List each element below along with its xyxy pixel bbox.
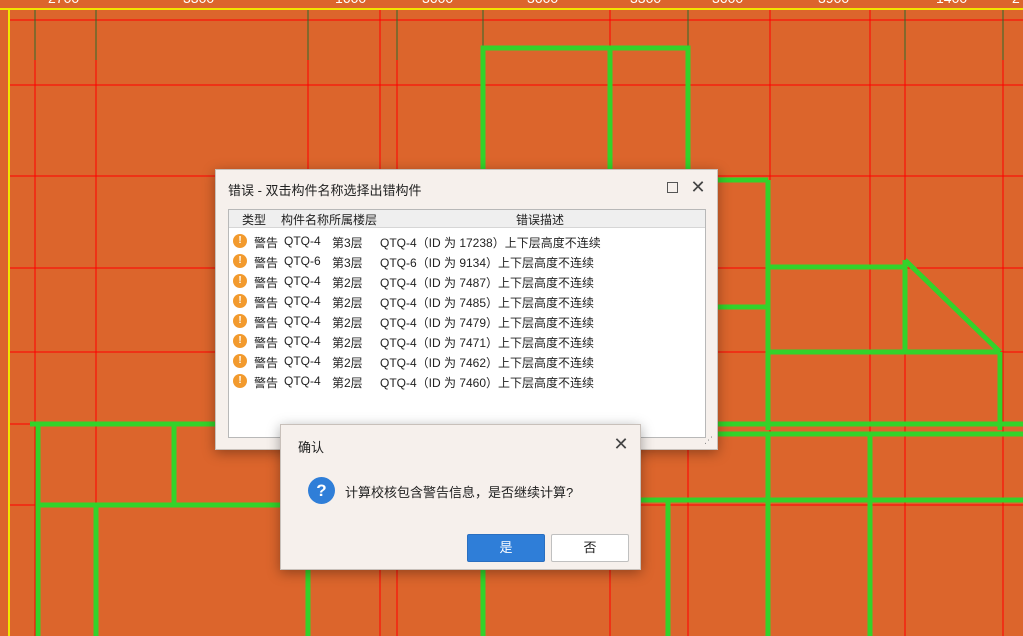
ruler-label: 2700 — [48, 0, 79, 6]
resize-grip-icon[interactable]: ⋰ — [704, 435, 713, 446]
row-desc: QTQ-4（ID 为 7462）上下层高度不连续 — [380, 356, 595, 370]
row-desc: QTQ-4（ID 为 7485）上下层高度不连续 — [380, 296, 595, 310]
ruler-label: 3600 — [422, 0, 453, 6]
row-desc: QTQ-4（ID 为 7460）上下层高度不连续 — [380, 376, 595, 390]
error-row[interactable]: ! 警告 QTQ-4 第2层 QTQ-4（ID 为 7485）上下层高度不连续 — [229, 291, 705, 311]
warning-icon: ! — [233, 254, 247, 268]
ruler-label: 3900 — [818, 0, 849, 6]
warning-icon: ! — [233, 334, 247, 348]
maximize-icon — [666, 182, 678, 193]
column-header-desc[interactable]: 错误描述 — [516, 211, 564, 228]
error-row[interactable]: ! 警告 QTQ-4 第2层 QTQ-4（ID 为 7462）上下层高度不连续 — [229, 351, 705, 371]
ruler-label: 1400 — [936, 0, 967, 6]
row-floor: 第2层 — [332, 336, 363, 350]
row-floor: 第2层 — [332, 376, 363, 390]
row-type: 警告 — [254, 256, 279, 270]
error-window-title: 错误 - 双击构件名称选择出错构件 — [228, 183, 422, 198]
confirm-message: 计算校核包含警告信息，是否继续计算? — [345, 485, 574, 500]
row-type: 警告 — [254, 316, 279, 330]
warning-icon: ! — [233, 374, 247, 388]
error-row[interactable]: ! 警告 QTQ-4 第3层 QTQ-4（ID 为 17238）上下层高度不连续 — [229, 231, 705, 251]
row-desc: QTQ-4（ID 为 7487）上下层高度不连续 — [380, 276, 595, 290]
confirm-close-button[interactable]: ✕ — [611, 434, 631, 454]
row-desc: QTQ-6（ID 为 9134）上下层高度不连续 — [380, 256, 595, 270]
error-row[interactable]: ! 警告 QTQ-4 第2层 QTQ-4（ID 为 7479）上下层高度不连续 — [229, 311, 705, 331]
row-type: 警告 — [254, 376, 279, 390]
error-row[interactable]: ! 警告 QTQ-4 第2层 QTQ-4（ID 为 7460）上下层高度不连续 — [229, 371, 705, 391]
column-header-name[interactable]: 构件名称 — [281, 211, 329, 228]
error-list-window[interactable]: 错误 - 双击构件名称选择出错构件 ✕ 类型 构件名称 所属楼层 错误描述 ! 警… — [215, 169, 718, 450]
warning-icon: ! — [233, 234, 247, 248]
column-header-type[interactable]: 类型 — [242, 211, 266, 228]
row-type: 警告 — [254, 296, 279, 310]
row-name: QTQ-4 — [284, 274, 321, 288]
no-button[interactable]: 否 — [551, 534, 629, 562]
close-button[interactable]: ✕ — [688, 177, 708, 197]
ruler-label: 3300 — [630, 0, 661, 6]
warning-icon: ! — [233, 274, 247, 288]
row-floor: 第2层 — [332, 356, 363, 370]
row-name: QTQ-6 — [284, 254, 321, 268]
row-type: 警告 — [254, 236, 279, 250]
ruler-label: 3600 — [712, 0, 743, 6]
row-name: QTQ-4 — [284, 374, 321, 388]
row-desc: QTQ-4（ID 为 7479）上下层高度不连续 — [380, 316, 595, 330]
error-row[interactable]: ! 警告 QTQ-6 第3层 QTQ-6（ID 为 9134）上下层高度不连续 — [229, 251, 705, 271]
row-floor: 第2层 — [332, 276, 363, 290]
row-floor: 第3层 — [332, 236, 363, 250]
column-header-floor[interactable]: 所属楼层 — [329, 211, 377, 228]
error-list[interactable]: 类型 构件名称 所属楼层 错误描述 ! 警告 QTQ-4 第3层 QTQ-4（ID 为 … — [228, 209, 706, 438]
error-row[interactable]: ! 警告 QTQ-4 第2层 QTQ-4（ID 为 7471）上下层高度不连续 — [229, 331, 705, 351]
list-header: 类型 构件名称 所属楼层 错误描述 — [229, 210, 705, 228]
ruler-label: 3600 — [527, 0, 558, 6]
row-desc: QTQ-4（ID 为 7471）上下层高度不连续 — [380, 336, 595, 350]
confirm-dialog[interactable]: 确认 ✕ ? 计算校核包含警告信息，是否继续计算? 是 否 — [280, 424, 641, 570]
confirm-dialog-title: 确认 — [298, 440, 325, 455]
ruler-label: 2 — [1012, 0, 1020, 6]
warning-icon: ! — [233, 314, 247, 328]
warning-icon: ! — [233, 294, 247, 308]
close-icon: ✕ — [613, 434, 629, 454]
close-icon: ✕ — [690, 177, 706, 197]
row-floor: 第2层 — [332, 296, 363, 310]
row-name: QTQ-4 — [284, 294, 321, 308]
error-row[interactable]: ! 警告 QTQ-4 第2层 QTQ-4（ID 为 7487）上下层高度不连续 — [229, 271, 705, 291]
warning-icon: ! — [233, 354, 247, 368]
maximize-button[interactable] — [662, 178, 682, 198]
row-desc: QTQ-4（ID 为 17238）上下层高度不连续 — [380, 236, 601, 250]
question-icon: ? — [308, 477, 335, 504]
ruler-label: 3300 — [183, 0, 214, 6]
yes-button[interactable]: 是 — [467, 534, 545, 562]
row-floor: 第2层 — [332, 316, 363, 330]
row-type: 警告 — [254, 356, 279, 370]
row-floor: 第3层 — [332, 256, 363, 270]
row-type: 警告 — [254, 276, 279, 290]
row-name: QTQ-4 — [284, 234, 321, 248]
row-name: QTQ-4 — [284, 314, 321, 328]
row-name: QTQ-4 — [284, 334, 321, 348]
row-type: 警告 — [254, 336, 279, 350]
ruler-label: 1600 — [335, 0, 366, 6]
error-window-titlebar[interactable]: 错误 - 双击构件名称选择出错构件 ✕ — [216, 170, 717, 206]
row-name: QTQ-4 — [284, 354, 321, 368]
